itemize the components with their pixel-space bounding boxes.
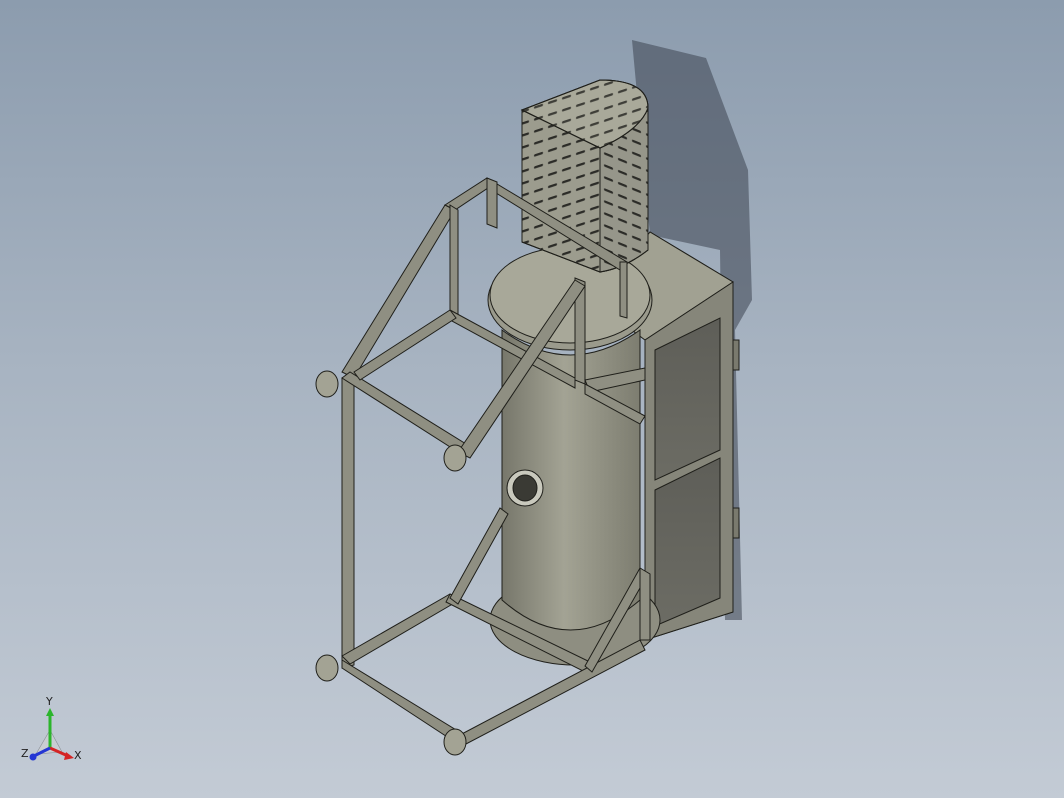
triad-z-label: Z	[21, 747, 29, 760]
graphics-viewport[interactable]: Y X Z	[0, 0, 1064, 798]
triad-y-label: Y	[46, 695, 53, 708]
model-view[interactable]	[0, 0, 1064, 798]
triad-x-label: X	[74, 749, 82, 762]
coordinate-triad: Y X Z	[18, 696, 90, 772]
